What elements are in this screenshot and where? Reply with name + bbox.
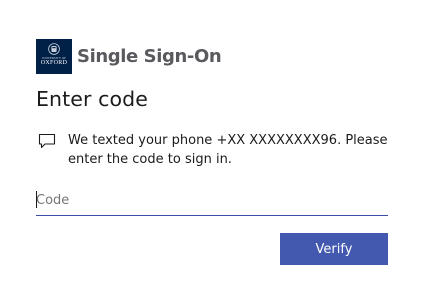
crest-oxford-text: OXFORD bbox=[40, 60, 68, 66]
verify-button[interactable]: Verify bbox=[280, 233, 388, 265]
message-icon bbox=[38, 133, 56, 149]
text-caret bbox=[36, 191, 37, 208]
oxford-crest-logo: UNIVERSITY OF OXFORD bbox=[36, 39, 72, 74]
sign-in-card: UNIVERSITY OF OXFORD Single Sign-On Ente… bbox=[0, 0, 421, 282]
page-title: Enter code bbox=[36, 87, 148, 111]
product-name: Single Sign-On bbox=[77, 46, 222, 67]
code-input[interactable] bbox=[36, 186, 388, 216]
crest-shield-icon bbox=[48, 43, 60, 55]
message-text: We texted your phone +XX XXXXXXXX96. Ple… bbox=[68, 133, 388, 167]
branding-header: UNIVERSITY OF OXFORD Single Sign-On bbox=[36, 39, 222, 74]
sms-message: We texted your phone +XX XXXXXXXX96. Ple… bbox=[38, 131, 398, 169]
